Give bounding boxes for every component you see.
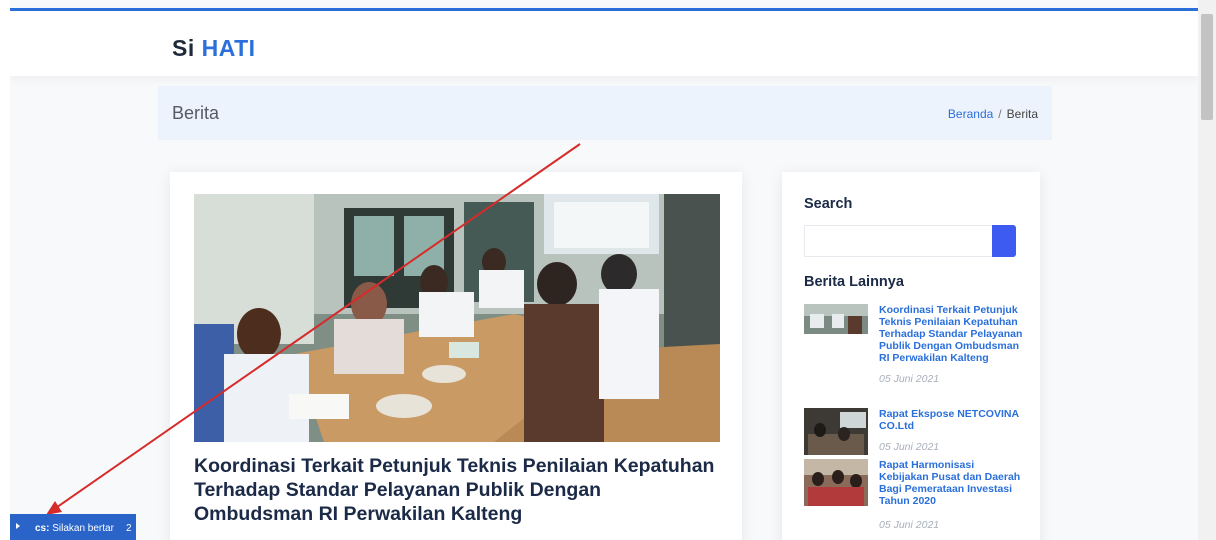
news-text: Rapat Harmonisasi Kebijakan Pusat dan Da… (879, 459, 1024, 531)
page-title-bar: Berita Beranda / Berita (158, 86, 1052, 140)
chat-preview: cs: Silakan bertar (35, 523, 114, 534)
site-logo[interactable]: Si HATI (172, 35, 256, 62)
news-thumbnail[interactable] (804, 304, 868, 334)
search-heading: Search (804, 196, 853, 212)
news-link[interactable]: Rapat Harmonisasi Kebijakan Pusat dan Da… (879, 459, 1024, 507)
news-thumbnail[interactable] (804, 459, 868, 506)
search-input[interactable] (804, 225, 992, 257)
breadcrumb: Beranda / Berita (948, 107, 1038, 121)
news-text: Rapat Ekspose NETCOVINA CO.Ltd 05 Juni 2… (879, 408, 1024, 453)
chat-expand-icon[interactable] (16, 523, 20, 529)
news-date: 05 Juni 2021 (879, 441, 940, 453)
news-thumbnail[interactable] (804, 408, 868, 455)
news-date: 05 Juni 2021 (879, 373, 940, 385)
chat-message: Silakan bertar (49, 523, 114, 534)
breadcrumb-separator: / (998, 107, 1002, 121)
article-photo (194, 194, 720, 442)
other-news-heading: Berita Lainnya (804, 274, 904, 290)
chat-unread-count: 2 (126, 523, 132, 534)
article-title: Koordinasi Terkait Petunjuk Teknis Penil… (194, 455, 715, 525)
site-header: Si HATI (10, 11, 1198, 76)
search-button[interactable] (992, 225, 1016, 257)
news-link[interactable]: Koordinasi Terkait Petunjuk Teknis Penil… (879, 304, 1024, 364)
vertical-scrollbar[interactable] (1198, 0, 1216, 540)
news-text: Koordinasi Terkait Petunjuk Teknis Penil… (879, 304, 1024, 385)
sidebar: Search Berita Lainnya Koordinasi Terkait… (782, 172, 1040, 540)
chat-widget[interactable]: cs: Silakan bertar 2 (10, 514, 136, 540)
logo-accent: HATI (201, 35, 256, 61)
news-date: 05 Juni 2021 (879, 519, 940, 531)
logo-prefix: Si (172, 35, 202, 61)
chat-sender: cs: (35, 523, 50, 534)
breadcrumb-home-link[interactable]: Beranda (948, 107, 993, 121)
news-link[interactable]: Rapat Ekspose NETCOVINA CO.Ltd (879, 408, 1024, 432)
page-title: Berita (172, 103, 220, 123)
scrollbar-thumb[interactable] (1201, 14, 1213, 120)
breadcrumb-current: Berita (1006, 107, 1038, 121)
article-card: Koordinasi Terkait Petunjuk Teknis Penil… (170, 172, 742, 540)
browser-viewport: Si HATI Berita Beranda / Berita Koordina… (10, 0, 1198, 540)
